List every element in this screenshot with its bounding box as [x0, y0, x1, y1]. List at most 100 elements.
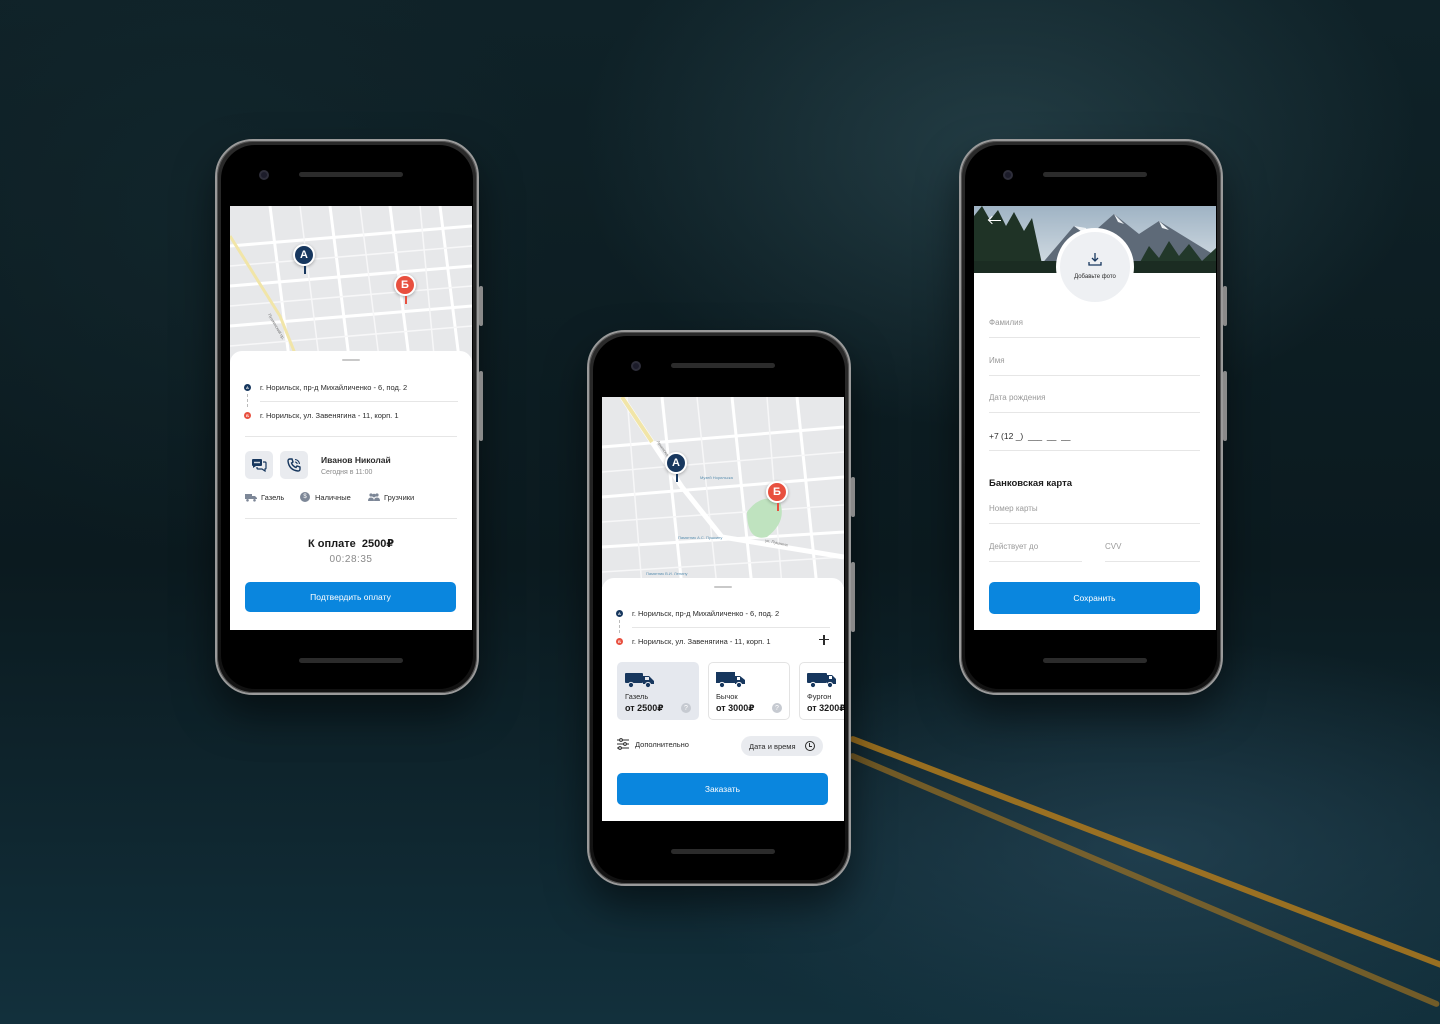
- payment-timer: 00:28:35: [329, 554, 373, 565]
- side-button: [1223, 286, 1227, 326]
- side-button: [851, 562, 855, 632]
- birthdate-field[interactable]: Дата рождения: [989, 385, 1200, 413]
- vehicle-price: от 3200₽: [807, 703, 844, 713]
- bottom-sheet: A г. Норильск, пр-д Михайличенко - 6, по…: [602, 578, 844, 821]
- arrow-left-icon[interactable]: [987, 215, 1002, 227]
- side-button: [1223, 371, 1227, 441]
- point-a-icon: A: [244, 383, 251, 391]
- vehicle-card-bychok[interactable]: Бычок от 3000₽ ?: [708, 662, 790, 720]
- address-a: г. Норильск, пр-д Михайличенко - 6, под.…: [260, 382, 408, 392]
- divider: [245, 436, 457, 437]
- chat-button[interactable]: [245, 451, 273, 479]
- card-number-placeholder: Номер карты: [989, 504, 1038, 513]
- phone-value: +7 (12 _) ___ __ __: [989, 431, 1071, 441]
- sheet-handle[interactable]: [714, 586, 732, 588]
- vehicle-price: от 3000₽: [716, 703, 755, 713]
- vehicle-price: от 2500₽: [625, 703, 664, 713]
- download-icon: [1088, 253, 1102, 266]
- total-amount: К оплате 2500₽: [308, 538, 394, 550]
- people-icon: [368, 493, 380, 501]
- truck-icon: [625, 673, 654, 688]
- camera: [1003, 170, 1013, 180]
- speaker: [299, 172, 403, 177]
- truck-icon: [716, 672, 745, 688]
- plus-icon[interactable]: [818, 634, 830, 646]
- plus-icon-v: [823, 635, 825, 645]
- speaker: [1043, 658, 1147, 663]
- map-roads: [230, 206, 472, 366]
- clock-icon: [804, 741, 815, 751]
- address-b: г. Норильск, ул. Завенягина - 11, корп. …: [632, 636, 771, 646]
- pin-a-icon[interactable]: A: [665, 452, 687, 482]
- map-label-museum: Музей Норильска: [700, 475, 733, 480]
- camera: [259, 170, 269, 180]
- tag-movers: Грузчики: [368, 493, 414, 502]
- phone-call-icon: [287, 458, 301, 472]
- point-b-icon: Б: [616, 637, 623, 645]
- map[interactable]: Пушкинский пр. A Б: [230, 206, 472, 366]
- divider: [632, 627, 830, 628]
- speaker: [671, 849, 775, 854]
- save-button[interactable]: Сохранить: [989, 582, 1200, 614]
- cvv-field[interactable]: CVV: [1105, 534, 1200, 562]
- tag-vehicle-label: Газель: [261, 493, 285, 502]
- route-connector: [619, 620, 620, 633]
- route-point-a[interactable]: A г. Норильск, пр-д Михайличенко - 6, по…: [244, 380, 458, 394]
- tag-payment-label: Наличные: [315, 492, 351, 502]
- pin-b-icon[interactable]: Б: [766, 481, 788, 511]
- vehicle-name: Фургон: [807, 692, 832, 701]
- profile-screen: Добавьте фото Фамилия Имя Дата рождения …: [974, 206, 1216, 630]
- vehicle-card-gazel[interactable]: Газель от 2500₽ ?: [617, 662, 699, 720]
- tag-payment: $ Наличные: [300, 492, 351, 502]
- datetime-label: Дата и время: [749, 741, 796, 751]
- phone-body: Пушкинский пр. A Б A г. Норильск, пр-д М…: [221, 145, 473, 689]
- avatar-upload[interactable]: Добавьте фото: [1056, 228, 1134, 306]
- arrow-head: [987, 215, 997, 224]
- route-point-b[interactable]: Б г. Норильск, ул. Завенягина - 11, корп…: [244, 408, 458, 422]
- call-button[interactable]: [280, 451, 308, 479]
- cvv-placeholder: CVV: [1105, 542, 1122, 551]
- valid-until-placeholder: Действует до: [989, 542, 1039, 551]
- sheet-handle[interactable]: [342, 359, 360, 361]
- phone-profile: Добавьте фото Фамилия Имя Дата рождения …: [959, 139, 1227, 695]
- driver-name: Иванов Николай: [321, 455, 391, 465]
- map-roads: [602, 397, 844, 587]
- phone-payment: Пушкинский пр. A Б A г. Норильск, пр-д М…: [215, 139, 483, 695]
- driver-time: Сегодня в 11:00: [321, 469, 373, 476]
- datetime-button[interactable]: Дата и время: [741, 736, 823, 756]
- chat-bubbles-icon: [252, 459, 267, 472]
- speaker: [1043, 172, 1147, 177]
- truck-icon: [807, 673, 836, 688]
- extra-label: Дополнительно: [635, 739, 689, 749]
- map[interactable]: Музей Норильска Памятник А.С. Пушкину ул…: [602, 397, 844, 587]
- bank-card-title: Банковская карта: [989, 478, 1073, 489]
- vehicle-card-furgon[interactable]: Фургон от 3200₽: [799, 662, 844, 720]
- order-screen: Музей Норильска Памятник А.С. Пушкину ул…: [602, 397, 844, 821]
- extra-options[interactable]: Дополнительно: [617, 738, 689, 750]
- sliders-icon: [617, 738, 629, 750]
- confirm-payment-button[interactable]: Подтвердить оплату: [245, 582, 456, 612]
- birthdate-placeholder: Дата рождения: [989, 393, 1046, 402]
- valid-until-field[interactable]: Действует до: [989, 534, 1082, 562]
- help-icon[interactable]: ?: [681, 703, 691, 713]
- card-number-field[interactable]: Номер карты: [989, 496, 1200, 524]
- tag-movers-label: Грузчики: [384, 493, 415, 502]
- help-icon[interactable]: ?: [772, 703, 782, 713]
- surname-placeholder: Фамилия: [989, 318, 1023, 327]
- add-photo-label: Добавьте фото: [1074, 274, 1116, 280]
- pin-a-icon[interactable]: A: [293, 244, 315, 274]
- order-button[interactable]: Заказать: [617, 773, 828, 805]
- vehicle-name: Газель: [625, 692, 649, 701]
- route-point-a[interactable]: A г. Норильск, пр-д Михайличенко - 6, по…: [616, 606, 830, 620]
- divider: [245, 518, 457, 519]
- name-placeholder: Имя: [989, 356, 1005, 365]
- clock-hand-h: [809, 746, 812, 747]
- route-point-b[interactable]: Б г. Норильск, ул. Завенягина - 11, корп…: [616, 634, 830, 648]
- phone-field[interactable]: +7 (12 _) ___ __ __: [989, 423, 1200, 451]
- side-button: [479, 286, 483, 326]
- side-button: [479, 371, 483, 441]
- name-field[interactable]: Имя: [989, 348, 1200, 376]
- coin-icon: $: [300, 492, 310, 502]
- surname-field[interactable]: Фамилия: [989, 310, 1200, 338]
- pin-b-icon[interactable]: Б: [394, 274, 416, 304]
